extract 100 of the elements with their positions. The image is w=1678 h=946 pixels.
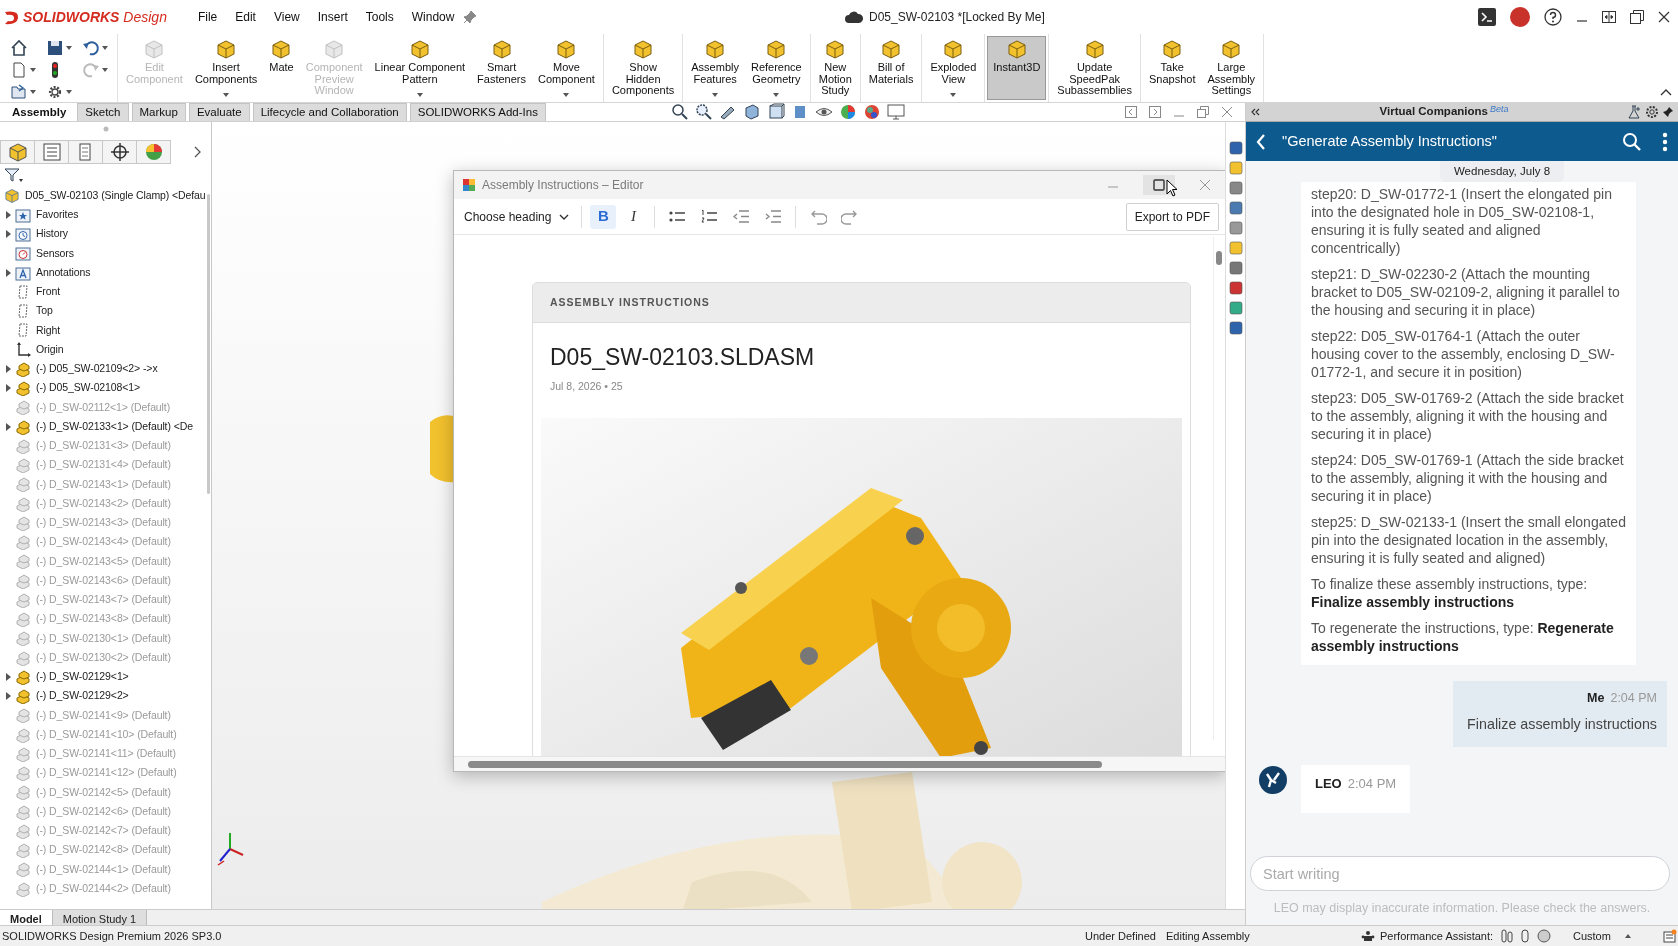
avatar-icon[interactable] bbox=[1510, 7, 1530, 27]
tree-item[interactable]: Origin bbox=[36, 341, 64, 358]
caret-icon[interactable] bbox=[416, 93, 423, 97]
save-icon[interactable] bbox=[46, 39, 64, 57]
toolbar-button[interactable]: Smart Fasteners bbox=[471, 36, 533, 100]
caret-icon[interactable] bbox=[30, 68, 36, 72]
toolbar-button[interactable]: New Motion Study bbox=[812, 36, 858, 100]
toolbar-button[interactable]: Reference Geometry bbox=[744, 36, 808, 100]
tree-item[interactable]: (-) D_SW-02129<1> bbox=[36, 669, 129, 685]
scrollbar[interactable] bbox=[207, 194, 210, 494]
toolbar-button[interactable]: Bill of Materials bbox=[862, 36, 920, 100]
toolbar-button[interactable]: Exploded View bbox=[924, 36, 983, 100]
pin-icon[interactable] bbox=[1662, 106, 1674, 118]
notification-icon[interactable] bbox=[1663, 929, 1677, 943]
collapse-ribbon-icon[interactable] bbox=[1660, 88, 1672, 96]
origin-icon bbox=[15, 341, 31, 358]
tile-windows-icon[interactable] bbox=[1602, 11, 1616, 23]
capsule-icon[interactable] bbox=[1521, 929, 1529, 943]
tree-item[interactable]: (-) D_SW-02129<2> bbox=[36, 688, 129, 704]
command-tab[interactable]: Sketch bbox=[77, 103, 129, 121]
toolbar-button[interactable]: Show Hidden Components bbox=[605, 36, 681, 100]
restore-icon[interactable] bbox=[1630, 10, 1644, 24]
tree-item[interactable]: Sensors bbox=[36, 245, 74, 262]
open-file-icon[interactable] bbox=[10, 83, 28, 101]
assistant-label[interactable]: Performance Assistant: bbox=[1380, 927, 1494, 945]
expand-arrow-icon[interactable] bbox=[4, 364, 11, 373]
expand-arrow-icon[interactable] bbox=[4, 268, 11, 277]
settings-icon[interactable] bbox=[1645, 105, 1659, 119]
collapse-icon[interactable] bbox=[1250, 108, 1260, 116]
tree-item[interactable]: Favorites bbox=[36, 207, 79, 223]
tree-item[interactable]: D05_SW-02103 (Single Clamp) <Defau bbox=[25, 187, 206, 204]
close-icon[interactable] bbox=[1658, 11, 1670, 23]
expand-arrow-icon[interactable] bbox=[4, 230, 11, 239]
toolbar-button[interactable]: Assembly Features bbox=[685, 36, 745, 100]
caret-up-icon[interactable] bbox=[1625, 934, 1631, 938]
panel-tab[interactable] bbox=[102, 140, 137, 164]
menu-item[interactable]: Window bbox=[402, 6, 464, 28]
units-dropdown[interactable]: Custom bbox=[1573, 927, 1625, 945]
caret-icon[interactable] bbox=[102, 46, 108, 50]
view-orientation-icon[interactable] bbox=[766, 103, 785, 121]
gear-icon[interactable] bbox=[46, 83, 64, 101]
toolbar-button[interactable]: Instant3D bbox=[987, 36, 1047, 100]
menu-item[interactable]: Insert bbox=[308, 6, 357, 28]
toolbar-button[interactable]: Move Component bbox=[532, 36, 601, 100]
grip-icon[interactable] bbox=[102, 126, 109, 132]
zoom-to-fit-icon[interactable] bbox=[670, 103, 689, 121]
menu-item[interactable]: Tools bbox=[356, 6, 403, 28]
toolbar-button[interactable]: Linear Component Pattern bbox=[368, 36, 472, 100]
menu-item[interactable]: Edit bbox=[226, 6, 265, 28]
caret-icon[interactable] bbox=[223, 93, 230, 97]
caret-icon[interactable] bbox=[66, 90, 72, 94]
command-tab[interactable]: Lifecycle and Collaboration bbox=[252, 103, 407, 121]
tree-item[interactable]: (-) D05_SW-02109<2> ->x bbox=[36, 361, 158, 377]
previous-pane-icon[interactable] bbox=[1125, 106, 1137, 118]
caret-icon[interactable] bbox=[563, 93, 570, 97]
back-icon[interactable] bbox=[1256, 132, 1266, 151]
tree-item[interactable]: Annotations bbox=[36, 264, 91, 281]
tree-item[interactable]: Top bbox=[36, 303, 53, 319]
expand-arrow-icon[interactable] bbox=[4, 692, 11, 701]
assistant-icon[interactable] bbox=[1361, 930, 1375, 942]
expand-arrow-icon[interactable] bbox=[4, 210, 11, 219]
zoom-area-icon[interactable] bbox=[694, 103, 713, 121]
caret-icon[interactable] bbox=[66, 46, 72, 50]
expand-arrow-icon[interactable] bbox=[4, 384, 11, 393]
toolbar-button[interactable]: Large Assembly Settings bbox=[1201, 36, 1262, 100]
help-icon[interactable] bbox=[1544, 8, 1562, 26]
command-tab[interactable]: Markup bbox=[131, 103, 186, 121]
next-pane-icon[interactable] bbox=[1149, 106, 1161, 118]
caret-icon[interactable] bbox=[102, 68, 108, 72]
toolbar-button[interactable]: Update SpeedPak Subassemblies bbox=[1051, 36, 1138, 100]
caret-icon[interactable] bbox=[950, 93, 957, 97]
toolbar-button[interactable]: Take Snapshot bbox=[1142, 36, 1202, 100]
tree-item[interactable]: (-) D05_SW-02108<1> bbox=[36, 380, 141, 396]
message-text: step20: D_SW-01772-1 (Insert the elongated pin into the designated hole in D05_SW-02108-1, ensuring it is fully seated and aligned concentrically) bbox=[1311, 185, 1613, 258]
flask-icon[interactable] bbox=[1628, 105, 1642, 119]
menu-item[interactable]: File bbox=[188, 6, 227, 28]
home-icon[interactable] bbox=[10, 39, 28, 57]
command-tab[interactable]: Evaluate bbox=[188, 103, 250, 121]
tree-item[interactable]: Front bbox=[36, 284, 60, 300]
caret-icon[interactable] bbox=[30, 90, 36, 94]
message-input[interactable]: Start writing bbox=[1250, 856, 1670, 892]
filter-icon[interactable] bbox=[4, 167, 24, 183]
caret-icon[interactable] bbox=[712, 93, 719, 97]
expand-arrow-icon[interactable] bbox=[4, 422, 11, 431]
caret-icon[interactable] bbox=[773, 93, 780, 97]
menu-item[interactable]: View bbox=[264, 6, 309, 28]
tree-item[interactable]: (-) D_SW-02133<1> (Default) <De bbox=[36, 418, 193, 435]
more-icon[interactable] bbox=[1662, 131, 1668, 152]
monitor-icon[interactable] bbox=[886, 103, 905, 121]
command-tab[interactable]: SOLIDWORKS Add-Ins bbox=[409, 103, 546, 121]
toolbar-button[interactable]: Insert Components bbox=[188, 36, 264, 100]
terminal-icon[interactable] bbox=[1478, 8, 1496, 26]
undo-icon[interactable] bbox=[82, 39, 100, 57]
tree-item[interactable]: History bbox=[36, 226, 68, 242]
toolbar-button[interactable]: Mate bbox=[263, 36, 300, 100]
bottom-tab[interactable]: Motion Study 1 bbox=[52, 910, 148, 925]
search-icon[interactable] bbox=[1622, 131, 1642, 152]
expand-arrow-icon[interactable] bbox=[4, 672, 11, 681]
tree-item[interactable]: Right bbox=[36, 322, 60, 339]
bottom-tab[interactable]: Model bbox=[0, 910, 53, 925]
